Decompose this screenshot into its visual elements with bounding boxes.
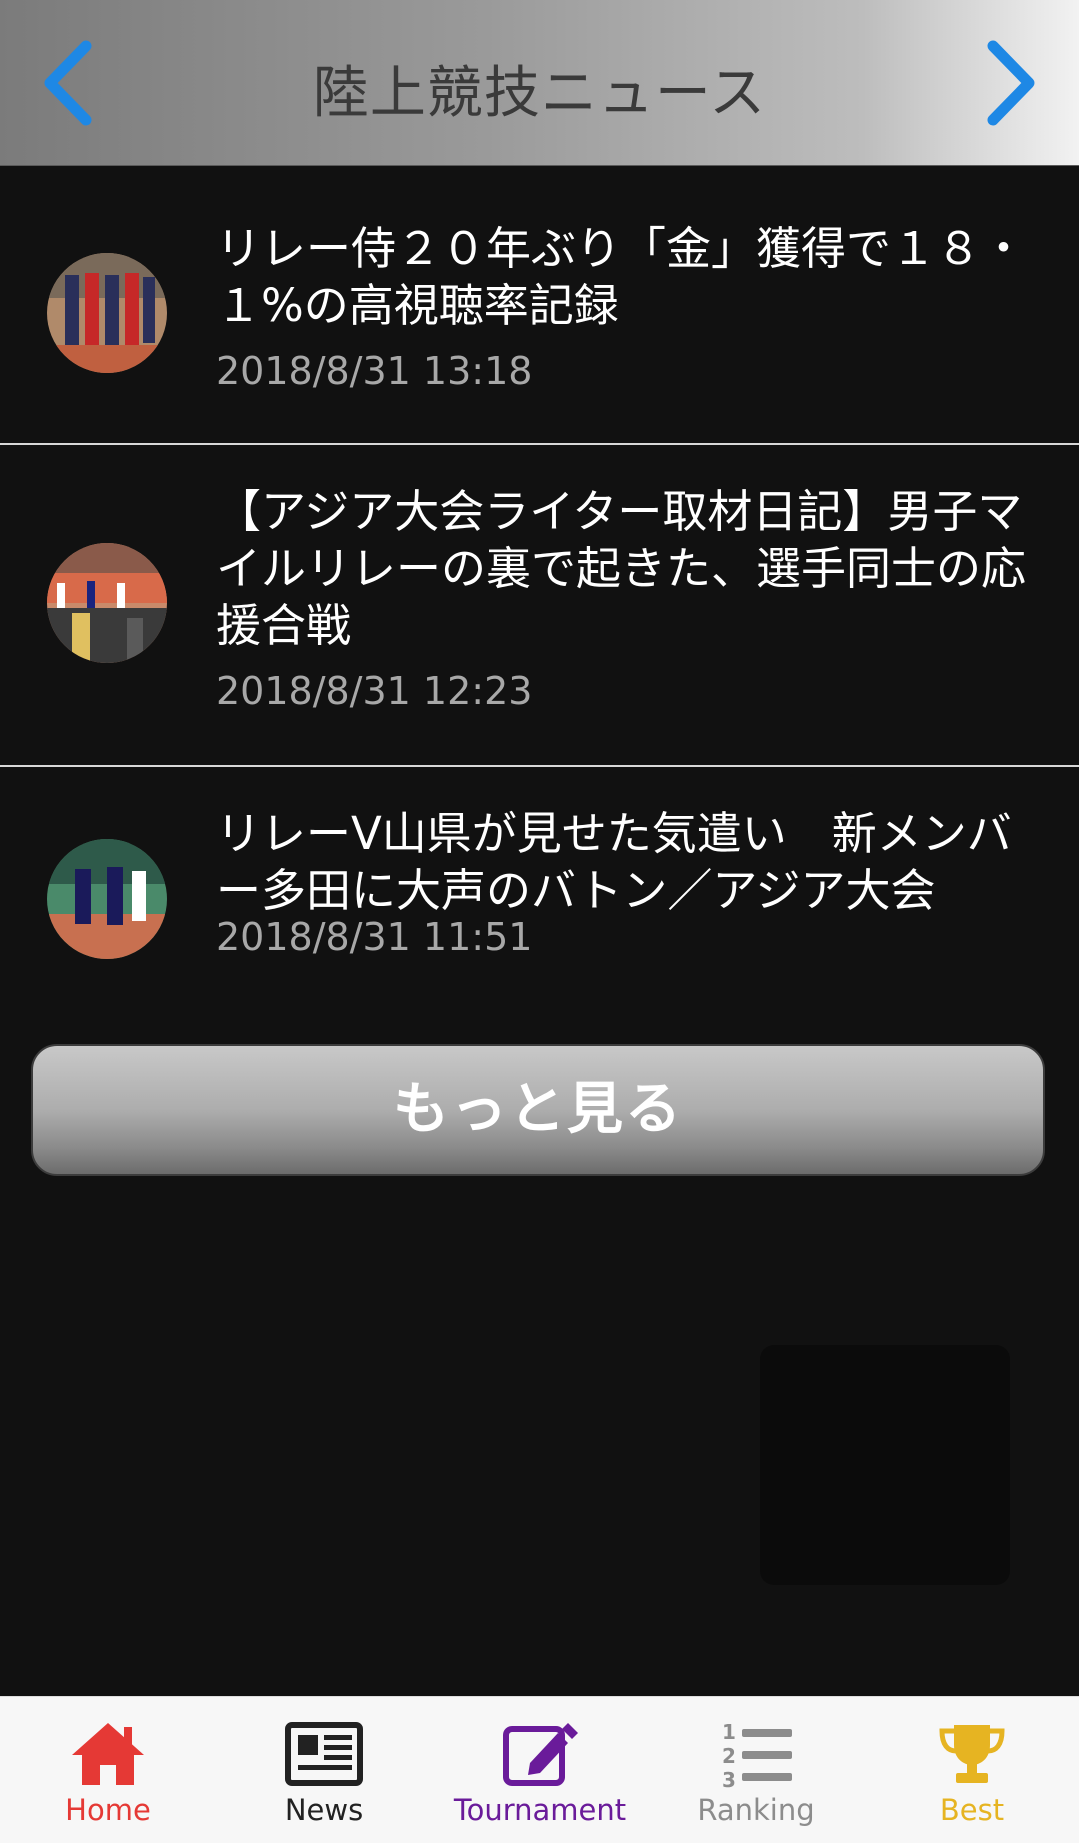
tab-home[interactable]: Home	[0, 1697, 216, 1843]
tab-tournament[interactable]: Tournament	[432, 1697, 648, 1843]
tab-best[interactable]: Best	[864, 1697, 1079, 1843]
svg-text:3: 3	[722, 1768, 736, 1789]
ranked-list-icon: 1 2 3	[722, 1720, 792, 1789]
chevron-right-icon	[987, 40, 1035, 126]
app-screen: 陸上競技ニュース リレー侍２０年ぶり「金」獲得で１８・１%の高視聴率記録 201…	[0, 0, 1079, 1843]
news-date: 2018/8/31 12:23	[216, 669, 533, 713]
news-list-item[interactable]: 【アジア大会ライター取材日記】男子マイルリレーの裏で起きた、選手同士の応援合戦 …	[0, 445, 1079, 767]
stadium-crowd-photo-icon	[47, 543, 167, 663]
news-list-item[interactable]: リレー侍２０年ぶり「金」獲得で１８・１%の高視聴率記録 2018/8/31 13…	[0, 166, 1079, 445]
tab-ranking-label: Ranking	[697, 1793, 815, 1827]
tab-news-label: News	[284, 1793, 364, 1827]
forward-button[interactable]	[971, 38, 1041, 128]
newspaper-icon	[285, 1722, 363, 1786]
header-bar: 陸上競技ニュース	[0, 0, 1079, 166]
news-title: リレーV山県が見せた気遣い 新メンバー多田に大声のバトン／アジア大会	[216, 807, 1012, 917]
tab-home-label: Home	[65, 1793, 151, 1827]
news-thumbnail	[47, 253, 167, 373]
tab-ranking[interactable]: 1 2 3 Ranking	[648, 1697, 864, 1843]
load-more-button[interactable]: もっと見る	[31, 1044, 1045, 1176]
news-title: リレー侍２０年ぶり「金」獲得で１８・１%の高視聴率記録	[216, 222, 1027, 332]
svg-text:2: 2	[722, 1744, 736, 1768]
news-list-item[interactable]: リレーV山県が見せた気遣い 新メンバー多田に大声のバトン／アジア大会 2018/…	[0, 767, 1079, 1007]
edit-icon	[503, 1723, 578, 1786]
tab-best-label: Best	[939, 1793, 1005, 1827]
ad-placeholder	[760, 1345, 1010, 1585]
baton-pass-photo-icon	[47, 839, 167, 959]
tab-news[interactable]: News	[216, 1697, 432, 1843]
news-thumbnail	[47, 839, 167, 959]
trophy-icon	[939, 1725, 1005, 1783]
news-title: 【アジア大会ライター取材日記】男子マイルリレーの裏で起きた、選手同士の応援合戦	[216, 485, 1027, 652]
bottom-tab-bar: Home News Tournament 1 2 3 Ranking Best	[0, 1696, 1079, 1843]
page-title: 陸上競技ニュース	[312, 61, 767, 126]
home-icon	[72, 1723, 144, 1785]
news-list: リレー侍２０年ぶり「金」獲得で１８・１%の高視聴率記録 2018/8/31 13…	[0, 166, 1079, 1007]
news-date: 2018/8/31 13:18	[216, 349, 533, 393]
tab-tournament-label: Tournament	[453, 1793, 627, 1827]
svg-text:1: 1	[722, 1720, 736, 1744]
relay-team-photo-icon	[47, 253, 167, 373]
news-thumbnail	[47, 543, 167, 663]
news-date: 2018/8/31 11:51	[216, 915, 533, 959]
